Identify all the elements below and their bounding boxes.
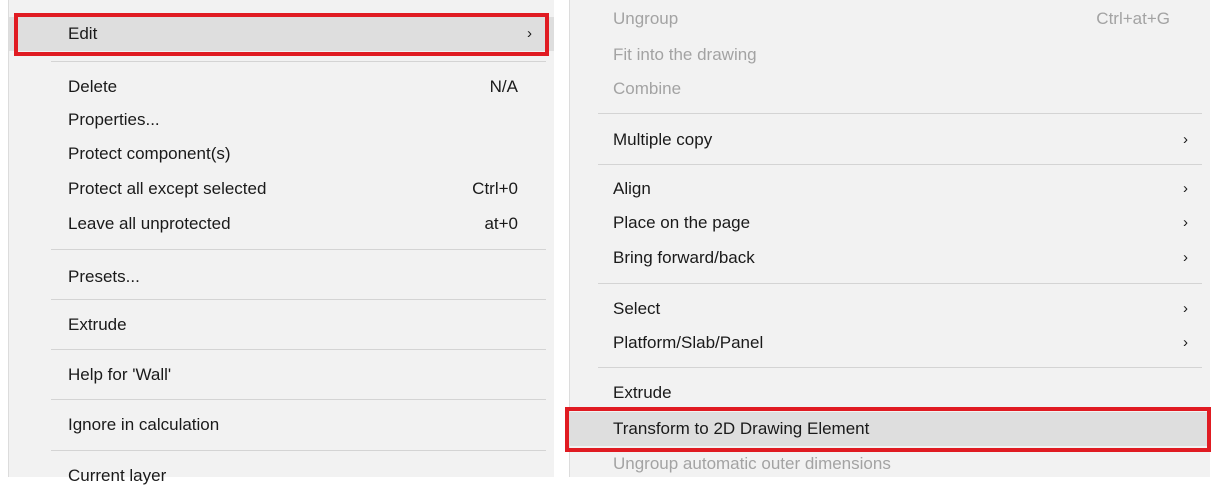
context-menu: Edit › Delete N/A Properties... Protect …	[8, 0, 554, 485]
menu-item-delete[interactable]: Delete N/A	[9, 70, 554, 104]
chevron-right-icon: ›	[527, 25, 532, 42]
menu-separator	[51, 249, 546, 250]
chevron-right-icon: ›	[1183, 180, 1188, 197]
menu-item-label: Combine	[613, 79, 682, 98]
menu-item-properties[interactable]: Properties...	[9, 103, 554, 137]
menu-item-ungroup-automatic-outer-dimensions[interactable]: Ungroup automatic outer dimensions	[570, 447, 1210, 481]
menu-item-help-for-wall[interactable]: Help for 'Wall'	[9, 358, 554, 392]
menu-item-current-layer[interactable]: Current layer	[9, 459, 554, 493]
menu-separator	[598, 113, 1202, 114]
menu-item-label: Ignore in calculation	[68, 415, 220, 434]
chevron-right-icon: ›	[1183, 131, 1188, 148]
menu-item-ignore-in-calculation[interactable]: Ignore in calculation	[9, 408, 554, 442]
menu-item-align[interactable]: Align ›	[570, 172, 1210, 206]
menu-item-label: Edit	[68, 24, 98, 43]
menu-item-label: Presets...	[68, 267, 140, 286]
menu-separator	[51, 399, 546, 400]
menu-item-label: Transform to 2D Drawing Element	[613, 419, 870, 438]
menu-item-transform-to-2d-drawing-element[interactable]: Transform to 2D Drawing Element	[570, 412, 1210, 446]
edit-submenu: Ungroup Ctrl+at+G Fit into the drawing C…	[569, 0, 1210, 477]
menu-item-label: Select	[613, 299, 661, 318]
menu-item-presets[interactable]: Presets...	[9, 260, 554, 294]
menu-item-shortcut: Ctrl+0	[472, 179, 518, 198]
menu-item-place-on-page[interactable]: Place on the page ›	[570, 206, 1210, 240]
menu-item-label: Delete	[68, 77, 118, 96]
menu-item-label: Protect all except selected	[68, 179, 267, 198]
menu-item-label: Align	[613, 179, 651, 198]
menu-item-label: Platform/Slab/Panel	[613, 333, 764, 352]
menu-separator	[51, 61, 546, 62]
menu-item-label: Place on the page	[613, 213, 751, 232]
chevron-right-icon: ›	[1183, 214, 1188, 231]
menu-item-shortcut: N/A	[489, 77, 518, 96]
menu-separator	[598, 164, 1202, 165]
menu-item-select[interactable]: Select ›	[570, 292, 1210, 326]
menu-separator	[598, 283, 1202, 284]
chevron-right-icon: ›	[1183, 300, 1188, 317]
menu-item-label: Leave all unprotected	[68, 214, 231, 233]
menu-item-protect-components[interactable]: Protect component(s)	[9, 137, 554, 171]
menu-separator	[51, 299, 546, 300]
menu-item-combine[interactable]: Combine	[570, 72, 1210, 106]
menu-item-label: Fit into the drawing	[613, 45, 757, 64]
menu-item-label: Protect component(s)	[68, 144, 231, 163]
menu-item-platform-slab-panel[interactable]: Platform/Slab/Panel ›	[570, 326, 1210, 360]
chevron-right-icon: ›	[1183, 334, 1188, 351]
menu-item-shortcut: Ctrl+at+G	[1096, 9, 1170, 28]
menu-item-shortcut: at+0	[484, 214, 518, 233]
menu-item-label: Ungroup automatic outer dimensions	[613, 454, 891, 473]
menu-item-protect-all-except-selected[interactable]: Protect all except selected Ctrl+0	[9, 172, 554, 206]
menu-item-label: Current layer	[68, 466, 167, 485]
menu-separator	[598, 367, 1202, 368]
menu-item-label: Multiple copy	[613, 130, 713, 149]
menu-separator	[51, 349, 546, 350]
menu-item-label: Ungroup	[613, 9, 679, 28]
menu-item-fit-into-drawing[interactable]: Fit into the drawing	[570, 38, 1210, 72]
menu-item-label: Bring forward/back	[613, 248, 755, 267]
menu-item-label: Properties...	[68, 110, 160, 129]
menu-item-label: Help for 'Wall'	[68, 365, 172, 384]
menu-item-leave-all-unprotected[interactable]: Leave all unprotected at+0	[9, 207, 554, 241]
menu-separator	[51, 450, 546, 451]
menu-item-extrude[interactable]: Extrude	[570, 376, 1210, 410]
menu-item-multiple-copy[interactable]: Multiple copy ›	[570, 123, 1210, 157]
chevron-right-icon: ›	[1183, 249, 1188, 266]
menu-item-ungroup[interactable]: Ungroup Ctrl+at+G	[570, 2, 1210, 36]
menu-item-bring-forward-back[interactable]: Bring forward/back ›	[570, 241, 1210, 275]
menu-item-edit[interactable]: Edit ›	[9, 17, 554, 51]
menu-item-label: Extrude	[68, 315, 127, 334]
menu-item-extrude[interactable]: Extrude	[9, 308, 554, 342]
menu-item-label: Extrude	[613, 383, 672, 402]
